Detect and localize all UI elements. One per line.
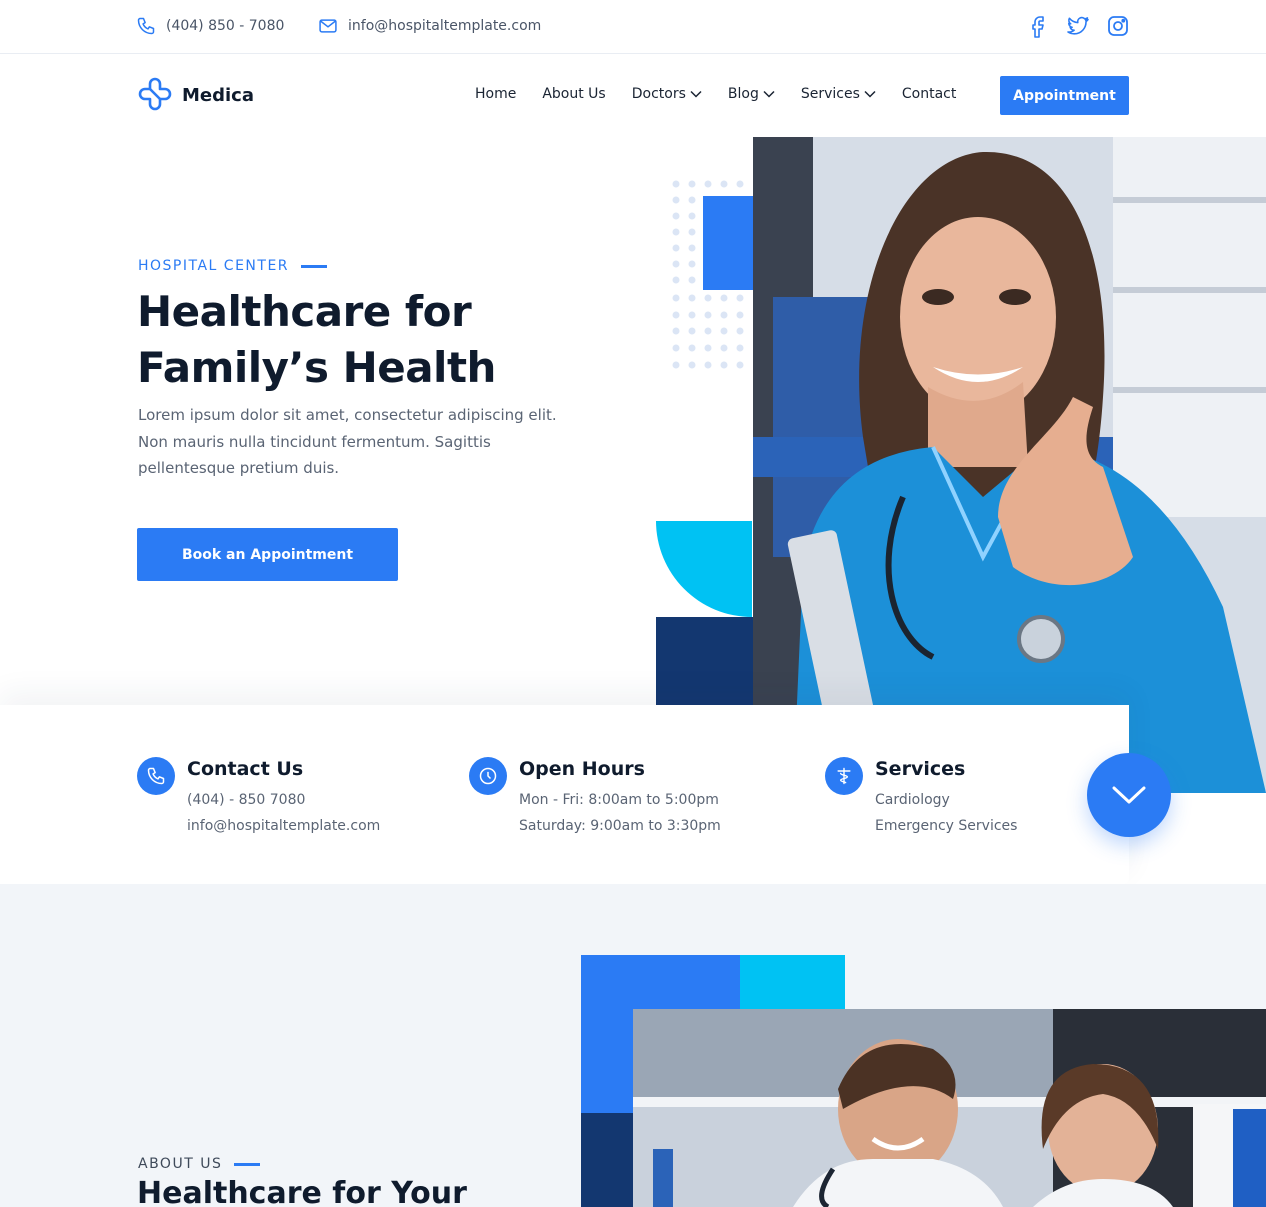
about-eyebrow: ABOUT US — [138, 1156, 261, 1172]
phone-icon — [137, 17, 155, 35]
info-services-emergency[interactable]: Emergency Services — [875, 813, 1017, 839]
about-navy-block-decoration — [581, 1113, 633, 1207]
top-bar: (404) 850 - 7080 info@hospitaltemplate.c… — [0, 0, 1266, 54]
scroll-down-button[interactable] — [1087, 753, 1171, 837]
top-phone-text: (404) 850 - 7080 — [166, 18, 285, 34]
nav-blog[interactable]: Blog — [728, 86, 775, 102]
info-services: Services Cardiology Emergency Services — [825, 757, 1017, 839]
nav-home[interactable]: Home — [475, 86, 516, 102]
hero-title-line2: Family’s Health — [137, 343, 496, 392]
hero-eyebrow-text: HOSPITAL CENTER — [138, 258, 290, 274]
main-nav: Home About Us Doctors Blog Services Cont… — [475, 86, 956, 102]
info-contact-email[interactable]: info@hospitaltemplate.com — [187, 813, 380, 839]
nav-home-label: Home — [475, 86, 517, 102]
info-hours-title: Open Hours — [519, 758, 645, 780]
info-hours: Open Hours Mon - Fri: 8:00am to 5:00pm S… — [469, 757, 721, 839]
top-email-text: info@hospitaltemplate.com — [348, 18, 542, 34]
social-links — [1026, 14, 1130, 38]
info-contact-title: Contact Us — [187, 758, 304, 780]
cyan-quarter-circle-decoration — [656, 521, 753, 617]
info-services-cardiology[interactable]: Cardiology — [875, 787, 1017, 813]
phone-circle-icon — [137, 757, 175, 795]
nav-about-label: About Us — [542, 86, 606, 102]
facebook-icon[interactable] — [1026, 14, 1050, 38]
nav-doctors-label: Doctors — [631, 86, 686, 102]
hero-eyebrow: HOSPITAL CENTER — [138, 258, 328, 274]
chevron-down-icon — [1112, 786, 1146, 804]
appointment-button[interactable]: Appointment — [1000, 76, 1129, 115]
nav-about[interactable]: About Us — [542, 86, 605, 102]
about-eyebrow-underline — [234, 1162, 261, 1166]
nav-contact[interactable]: Contact — [902, 86, 956, 102]
instagram-icon[interactable] — [1106, 14, 1130, 38]
top-email[interactable]: info@hospitaltemplate.com — [318, 16, 541, 36]
chevron-down-icon — [690, 90, 702, 98]
nav-services[interactable]: Services — [801, 86, 876, 102]
hero-doctor-photo — [753, 137, 1266, 793]
eyebrow-underline — [301, 264, 328, 268]
info-services-title: Services — [875, 758, 966, 780]
about-eyebrow-text: ABOUT US — [138, 1156, 223, 1172]
chevron-down-icon — [763, 90, 775, 98]
info-hours-weekday: Mon - Fri: 8:00am to 5:00pm — [519, 792, 719, 808]
top-phone[interactable]: (404) 850 - 7080 — [136, 16, 284, 36]
info-contact-phone[interactable]: (404) - 850 7080 — [187, 787, 380, 813]
mail-icon — [319, 19, 337, 33]
caduceus-icon — [825, 757, 863, 795]
hero-title-line1: Healthcare for — [137, 287, 472, 336]
info-contact: Contact Us (404) - 850 7080 info@hospita… — [137, 757, 380, 839]
about-title: Healthcare for Your — [137, 1176, 467, 1207]
medical-cross-logo-icon — [138, 77, 172, 111]
twitter-icon[interactable] — [1066, 14, 1090, 38]
clock-icon — [469, 757, 507, 795]
chevron-down-icon — [864, 90, 876, 98]
about-cyan-block-decoration — [740, 955, 845, 1009]
nav-doctors[interactable]: Doctors — [632, 86, 702, 102]
hero-description: Lorem ipsum dolor sit amet, consectetur … — [138, 406, 557, 477]
navy-block-decoration — [656, 617, 753, 707]
nav-services-label: Services — [800, 86, 860, 102]
nav-blog-label: Blog — [727, 86, 759, 102]
hero-title: Healthcare for Family’s Health — [137, 284, 597, 396]
book-appointment-button[interactable]: Book an Appointment — [137, 528, 398, 581]
info-hours-saturday: Saturday: 9:00am to 3:30pm — [519, 818, 721, 834]
about-doctors-photo — [633, 1009, 1266, 1207]
nav-contact-label: Contact — [901, 86, 957, 102]
brand-name: Medica — [182, 84, 254, 106]
brand-logo[interactable]: Medica — [136, 76, 254, 114]
info-card: Contact Us (404) - 850 7080 info@hospita… — [0, 705, 1129, 884]
